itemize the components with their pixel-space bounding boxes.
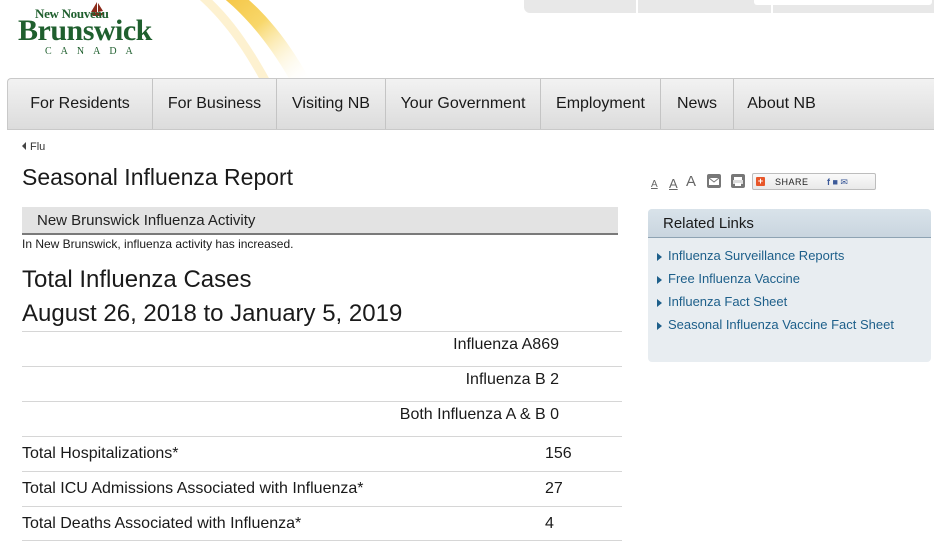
- related-link[interactable]: Free Influenza Vaccine: [648, 271, 931, 294]
- font-small-button[interactable]: A: [651, 179, 658, 190]
- utility-divider: [636, 0, 638, 13]
- cases-table: Influenza A869 Influenza B 2 Both Influe…: [22, 331, 622, 541]
- table-row: Total Deaths Associated with Influenza* …: [22, 506, 622, 541]
- table-cell: Influenza B 2: [465, 371, 559, 388]
- cases-date-range: August 26, 2018 to January 5, 2019: [22, 300, 403, 327]
- search-input[interactable]: [754, 0, 932, 5]
- table-cell-value: 4: [545, 515, 554, 532]
- table-cell-label: Total Hospitalizations*: [22, 445, 179, 462]
- page-title: Seasonal Influenza Report: [22, 164, 294, 190]
- related-link-label[interactable]: Seasonal Influenza Vaccine Fact Sheet: [668, 317, 894, 332]
- brand-name: Brunswick: [18, 14, 152, 47]
- related-link[interactable]: Influenza Surveillance Reports: [648, 248, 931, 271]
- table-cell-label: Total ICU Admissions Associated with Inf…: [22, 480, 364, 497]
- share-button[interactable]: + SHARE f ■ ✉: [752, 173, 876, 190]
- nav-item-for-business[interactable]: For Business: [153, 79, 277, 129]
- activity-text: In New Brunswick, influenza activity has…: [22, 237, 294, 251]
- table-row: Influenza A869: [22, 331, 622, 366]
- related-link-label[interactable]: Influenza Fact Sheet: [668, 294, 787, 309]
- chevron-left-icon: [22, 142, 26, 150]
- table-cell: Both Influenza A & B 0: [399, 406, 559, 423]
- related-link-label[interactable]: Influenza Surveillance Reports: [668, 248, 844, 263]
- related-link[interactable]: Seasonal Influenza Vaccine Fact Sheet: [648, 317, 931, 340]
- table-row: Influenza B 2: [22, 366, 622, 401]
- table-cell-label: Total Deaths Associated with Influenza*: [22, 515, 302, 532]
- cases-title: Total Influenza Cases: [22, 266, 252, 293]
- table-cell-value: 27: [545, 480, 563, 497]
- related-link-label[interactable]: Free Influenza Vaccine: [668, 271, 800, 286]
- brand-logo[interactable]: New Nouveau Brunswick CANADA: [18, 2, 168, 59]
- table-cell-value: 156: [545, 445, 572, 462]
- nav-item-about-nb[interactable]: About NB: [734, 79, 829, 129]
- related-link[interactable]: Influenza Fact Sheet: [648, 294, 931, 317]
- arrow-right-icon: [657, 276, 662, 284]
- arrow-right-icon: [657, 253, 662, 261]
- nav-item-for-residents[interactable]: For Residents: [8, 79, 153, 129]
- print-icon[interactable]: [731, 174, 745, 188]
- nav-item-employment[interactable]: Employment: [541, 79, 661, 129]
- arrow-right-icon: [657, 322, 662, 330]
- related-links-panel: Related Links Influenza Surveillance Rep…: [648, 209, 931, 362]
- breadcrumb[interactable]: Flu: [22, 141, 45, 153]
- plus-icon: +: [756, 176, 765, 186]
- related-links-list: Influenza Surveillance Reports Free Infl…: [648, 238, 931, 340]
- nav-item-visiting-nb[interactable]: Visiting NB: [277, 79, 386, 129]
- related-links-heading: Related Links: [648, 209, 931, 238]
- font-large-button[interactable]: A: [686, 173, 696, 190]
- nav-item-your-government[interactable]: Your Government: [386, 79, 541, 129]
- utility-bar: [524, 0, 934, 13]
- swoosh-decoration: [199, 0, 310, 80]
- main-nav: For Residents For Business Visiting NB Y…: [7, 78, 934, 130]
- email-icon[interactable]: [707, 174, 721, 188]
- social-icons: f ■ ✉: [827, 177, 848, 187]
- table-cell: Influenza A869: [453, 336, 559, 353]
- nav-item-news[interactable]: News: [661, 79, 734, 129]
- site-header: New Nouveau Brunswick CANADA: [0, 0, 934, 80]
- breadcrumb-label[interactable]: Flu: [30, 141, 45, 153]
- brand-country: CANADA: [45, 46, 142, 57]
- font-medium-button[interactable]: A: [669, 176, 678, 191]
- table-row: Total ICU Admissions Associated with Inf…: [22, 471, 622, 506]
- table-row: Total Hospitalizations* 156: [22, 436, 622, 471]
- share-label: SHARE: [775, 177, 809, 187]
- table-row: Both Influenza A & B 0: [22, 401, 622, 436]
- arrow-right-icon: [657, 299, 662, 307]
- activity-heading: New Brunswick Influenza Activity: [22, 207, 618, 235]
